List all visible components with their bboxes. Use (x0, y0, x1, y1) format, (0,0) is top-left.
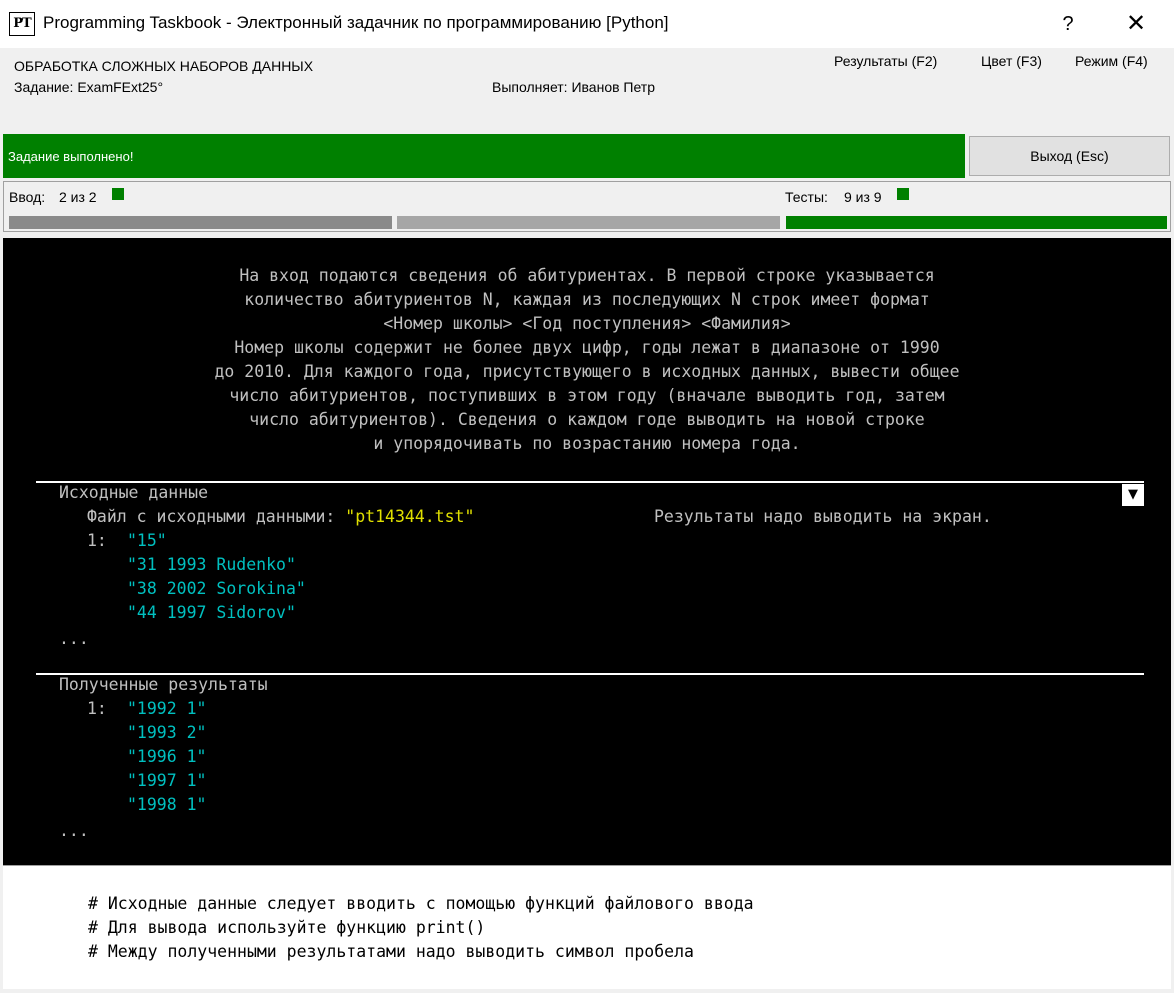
status-bar: Задание выполнено! (3, 134, 965, 178)
task-group-title: ОБРАБОТКА СЛОЖНЫХ НАБОРОВ ДАННЫХ (14, 58, 314, 74)
output-data-line: "1992 1" (127, 699, 207, 718)
output-data-line: "1993 2" (127, 723, 207, 742)
task-panel: На вход подаются сведения об абитуриента… (3, 238, 1171, 865)
output-note: Результаты надо выводить на экран. (654, 507, 992, 526)
tests-indicator (897, 188, 909, 200)
close-button[interactable]: ✕ (1114, 4, 1158, 44)
mode-menu[interactable]: Режим (F4) (1075, 53, 1148, 69)
tests-label: Тесты: (785, 189, 828, 205)
output-data-line: "1998 1" (127, 795, 207, 814)
window-title: Programming Taskbook - Электронный задач… (43, 13, 669, 32)
help-button[interactable]: ? (1048, 4, 1088, 44)
input-label: Ввод: (9, 189, 46, 205)
task-text-line: и упорядочивать по возрастанию номера го… (373, 434, 801, 453)
task-text-line: до 2010. Для каждого года, присутствующе… (214, 362, 960, 381)
color-menu[interactable]: Цвет (F3) (981, 53, 1042, 69)
task-text-line: На вход подаются сведения об абитуриента… (239, 266, 935, 285)
task-text-line: Номер школы содержит не более двух цифр,… (234, 338, 940, 357)
output-data-line: "1997 1" (127, 771, 207, 790)
tests-value: 9 из 9 (844, 189, 882, 205)
note-line: # Между полученными результатами надо вы… (88, 942, 694, 961)
title-bar: PT Programming Taskbook - Электронный за… (0, 0, 1174, 48)
progress-area: Ввод: 2 из 2 Тесты: 9 из 9 (3, 181, 1171, 232)
progress-segment-2 (397, 216, 780, 229)
tests-progress-bar (786, 216, 1167, 229)
input-data-line: "31 1993 Rudenko" (127, 555, 296, 574)
output-line-number: 1: (87, 699, 107, 718)
output-data-line: "1996 1" (127, 747, 207, 766)
performer-name: Выполняет: Иванов Петр (492, 79, 656, 95)
file-prefix: Файл с исходными данными: (87, 507, 346, 526)
app-icon: PT (9, 12, 35, 36)
notes-area: # Исходные данные следует вводить с помо… (3, 865, 1171, 989)
input-section-title: Исходные данные (59, 483, 209, 502)
input-data-line: "44 1997 Sidorov" (127, 603, 296, 622)
input-ellipsis: ... (59, 629, 89, 648)
input-data-line: "38 2002 Sorokina" (127, 579, 306, 598)
output-section-title: Полученные результаты (59, 675, 268, 694)
input-file-line: Файл с исходными данными: "pt14344.tst" (87, 507, 474, 526)
input-value: 2 из 2 (59, 189, 97, 205)
progress-segment-1 (9, 216, 392, 229)
input-data-line: "15" (127, 531, 167, 550)
results-menu[interactable]: Результаты (F2) (834, 53, 937, 69)
input-indicator (112, 188, 124, 200)
task-header: ОБРАБОТКА СЛОЖНЫХ НАБОРОВ ДАННЫХ Задание… (3, 48, 1171, 130)
expand-input-icon[interactable]: ▼ (1122, 484, 1144, 506)
exit-button[interactable]: Выход (Esc) (969, 136, 1170, 176)
task-text-line: <Номер школы> <Год поступления> <Фамилия… (383, 314, 791, 333)
note-line: # Исходные данные следует вводить с помо… (88, 894, 754, 913)
note-line: # Для вывода используйте функцию print() (88, 918, 486, 937)
status-message: Задание выполнено! (8, 149, 134, 164)
input-line-number: 1: (87, 531, 107, 550)
output-ellipsis: ... (59, 821, 89, 840)
file-name: "pt14344.tst" (345, 507, 475, 526)
task-text-line: число абитуриентов). Сведения о каждом г… (249, 410, 925, 429)
task-name: Задание: ExamFExt25° (14, 79, 164, 95)
task-text-line: число абитуриентов, поступивших в этом г… (229, 386, 945, 405)
task-text-line: количество абитуриентов N, каждая из пос… (244, 290, 930, 309)
